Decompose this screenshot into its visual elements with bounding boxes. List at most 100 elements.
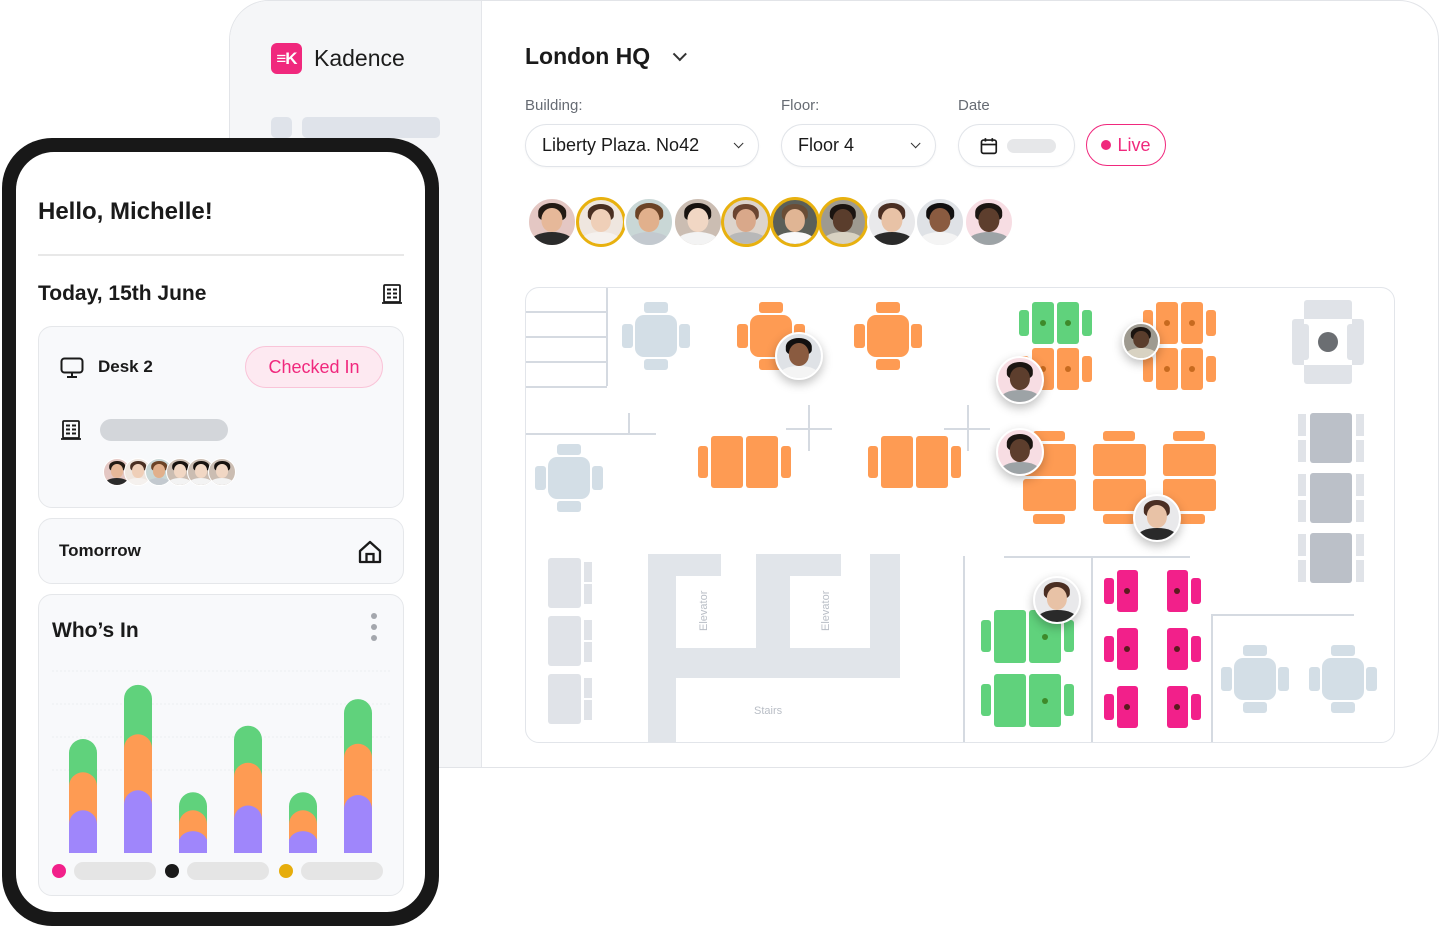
booth[interactable] [548, 674, 581, 724]
chair[interactable] [557, 501, 581, 512]
chair[interactable] [1206, 356, 1216, 382]
occupant-pin[interactable] [775, 332, 823, 380]
avatar[interactable] [866, 197, 917, 247]
chair[interactable] [679, 324, 690, 348]
chair[interactable] [1298, 500, 1306, 522]
avatar[interactable] [208, 458, 236, 486]
chair[interactable] [1331, 645, 1355, 656]
chair[interactable] [584, 584, 592, 604]
meeting-table[interactable] [548, 457, 590, 499]
avatar[interactable] [575, 197, 626, 247]
avatar[interactable] [672, 197, 723, 247]
chair[interactable] [1103, 514, 1135, 524]
chair[interactable] [1298, 474, 1306, 496]
booth[interactable] [548, 616, 581, 666]
chair[interactable] [876, 302, 900, 313]
meeting-table[interactable] [867, 315, 909, 357]
chair[interactable] [1356, 440, 1364, 462]
chair[interactable] [1331, 702, 1355, 713]
chair[interactable] [1173, 431, 1205, 441]
chair[interactable] [781, 446, 791, 478]
chair[interactable] [1191, 694, 1201, 720]
chair[interactable] [1082, 310, 1092, 336]
chair[interactable] [1104, 578, 1114, 604]
avatar[interactable] [818, 197, 868, 247]
chair[interactable] [1356, 534, 1364, 556]
unavailable-desk[interactable] [1310, 413, 1352, 463]
desk[interactable] [916, 436, 948, 488]
chair[interactable] [584, 620, 592, 640]
brand-logo[interactable]: ≡K Kadence [271, 43, 405, 74]
occupant-pin[interactable] [1033, 576, 1081, 624]
avatar[interactable] [915, 197, 965, 247]
location-selector[interactable]: London HQ [525, 43, 688, 70]
desk[interactable] [994, 610, 1026, 663]
chair[interactable] [876, 359, 900, 370]
meeting-table[interactable] [1234, 658, 1276, 700]
avatar[interactable] [624, 197, 674, 247]
unavailable-desk[interactable] [1310, 533, 1352, 583]
chair[interactable] [535, 466, 546, 490]
chair[interactable] [737, 324, 748, 348]
chair[interactable] [1243, 702, 1267, 713]
desk[interactable] [1163, 444, 1216, 476]
occupant-pin[interactable] [1122, 322, 1160, 360]
chair[interactable] [1347, 324, 1359, 360]
chair[interactable] [1221, 667, 1232, 691]
booked-seat-icon[interactable] [1318, 332, 1338, 352]
chair[interactable] [1206, 310, 1216, 336]
chair[interactable] [1356, 560, 1364, 582]
chair[interactable] [1191, 636, 1201, 662]
chair[interactable] [854, 324, 865, 348]
chair[interactable] [584, 678, 592, 698]
checked-in-badge[interactable]: Checked In [245, 346, 383, 388]
occupant-pin[interactable] [996, 356, 1044, 404]
chair[interactable] [557, 444, 581, 455]
chair[interactable] [1104, 636, 1114, 662]
meeting-table[interactable] [1322, 658, 1364, 700]
chair[interactable] [1356, 500, 1364, 522]
chair[interactable] [1298, 414, 1306, 436]
chair[interactable] [1298, 440, 1306, 462]
chair[interactable] [1191, 578, 1201, 604]
live-toggle-button[interactable]: Live [1086, 124, 1166, 166]
chair[interactable] [1019, 310, 1029, 336]
chair[interactable] [1064, 620, 1074, 652]
chair[interactable] [1298, 560, 1306, 582]
avatar[interactable] [721, 197, 771, 247]
chair[interactable] [1366, 667, 1377, 691]
chair[interactable] [1104, 694, 1114, 720]
building-icon[interactable] [381, 283, 403, 305]
chair[interactable] [1356, 414, 1364, 436]
chair[interactable] [981, 620, 991, 652]
chair[interactable] [911, 324, 922, 348]
chair[interactable] [1064, 684, 1074, 716]
chair[interactable] [698, 446, 708, 478]
chair[interactable] [1297, 324, 1309, 360]
chair[interactable] [1278, 667, 1289, 691]
date-picker[interactable] [958, 124, 1075, 167]
desk[interactable] [994, 674, 1026, 727]
chair[interactable] [622, 324, 633, 348]
desk[interactable] [1023, 479, 1076, 511]
chair[interactable] [592, 466, 603, 490]
meeting-table[interactable] [635, 315, 677, 357]
desk[interactable] [711, 436, 743, 488]
chair[interactable] [584, 700, 592, 720]
chair[interactable] [981, 684, 991, 716]
chair[interactable] [1143, 356, 1153, 382]
chair[interactable] [1309, 667, 1320, 691]
chair[interactable] [584, 642, 592, 662]
avatar[interactable] [769, 197, 820, 247]
desk[interactable] [881, 436, 913, 488]
chair[interactable] [1356, 474, 1364, 496]
building-select[interactable]: Liberty Plaza. No42 [525, 124, 759, 167]
tomorrow-card[interactable]: Tomorrow [38, 518, 404, 584]
chair[interactable] [584, 562, 592, 582]
chair[interactable] [644, 302, 668, 313]
avatar[interactable] [963, 197, 1014, 247]
desk[interactable] [1093, 444, 1146, 476]
chair[interactable] [644, 359, 668, 370]
chair[interactable] [868, 446, 878, 478]
chair[interactable] [951, 446, 961, 478]
